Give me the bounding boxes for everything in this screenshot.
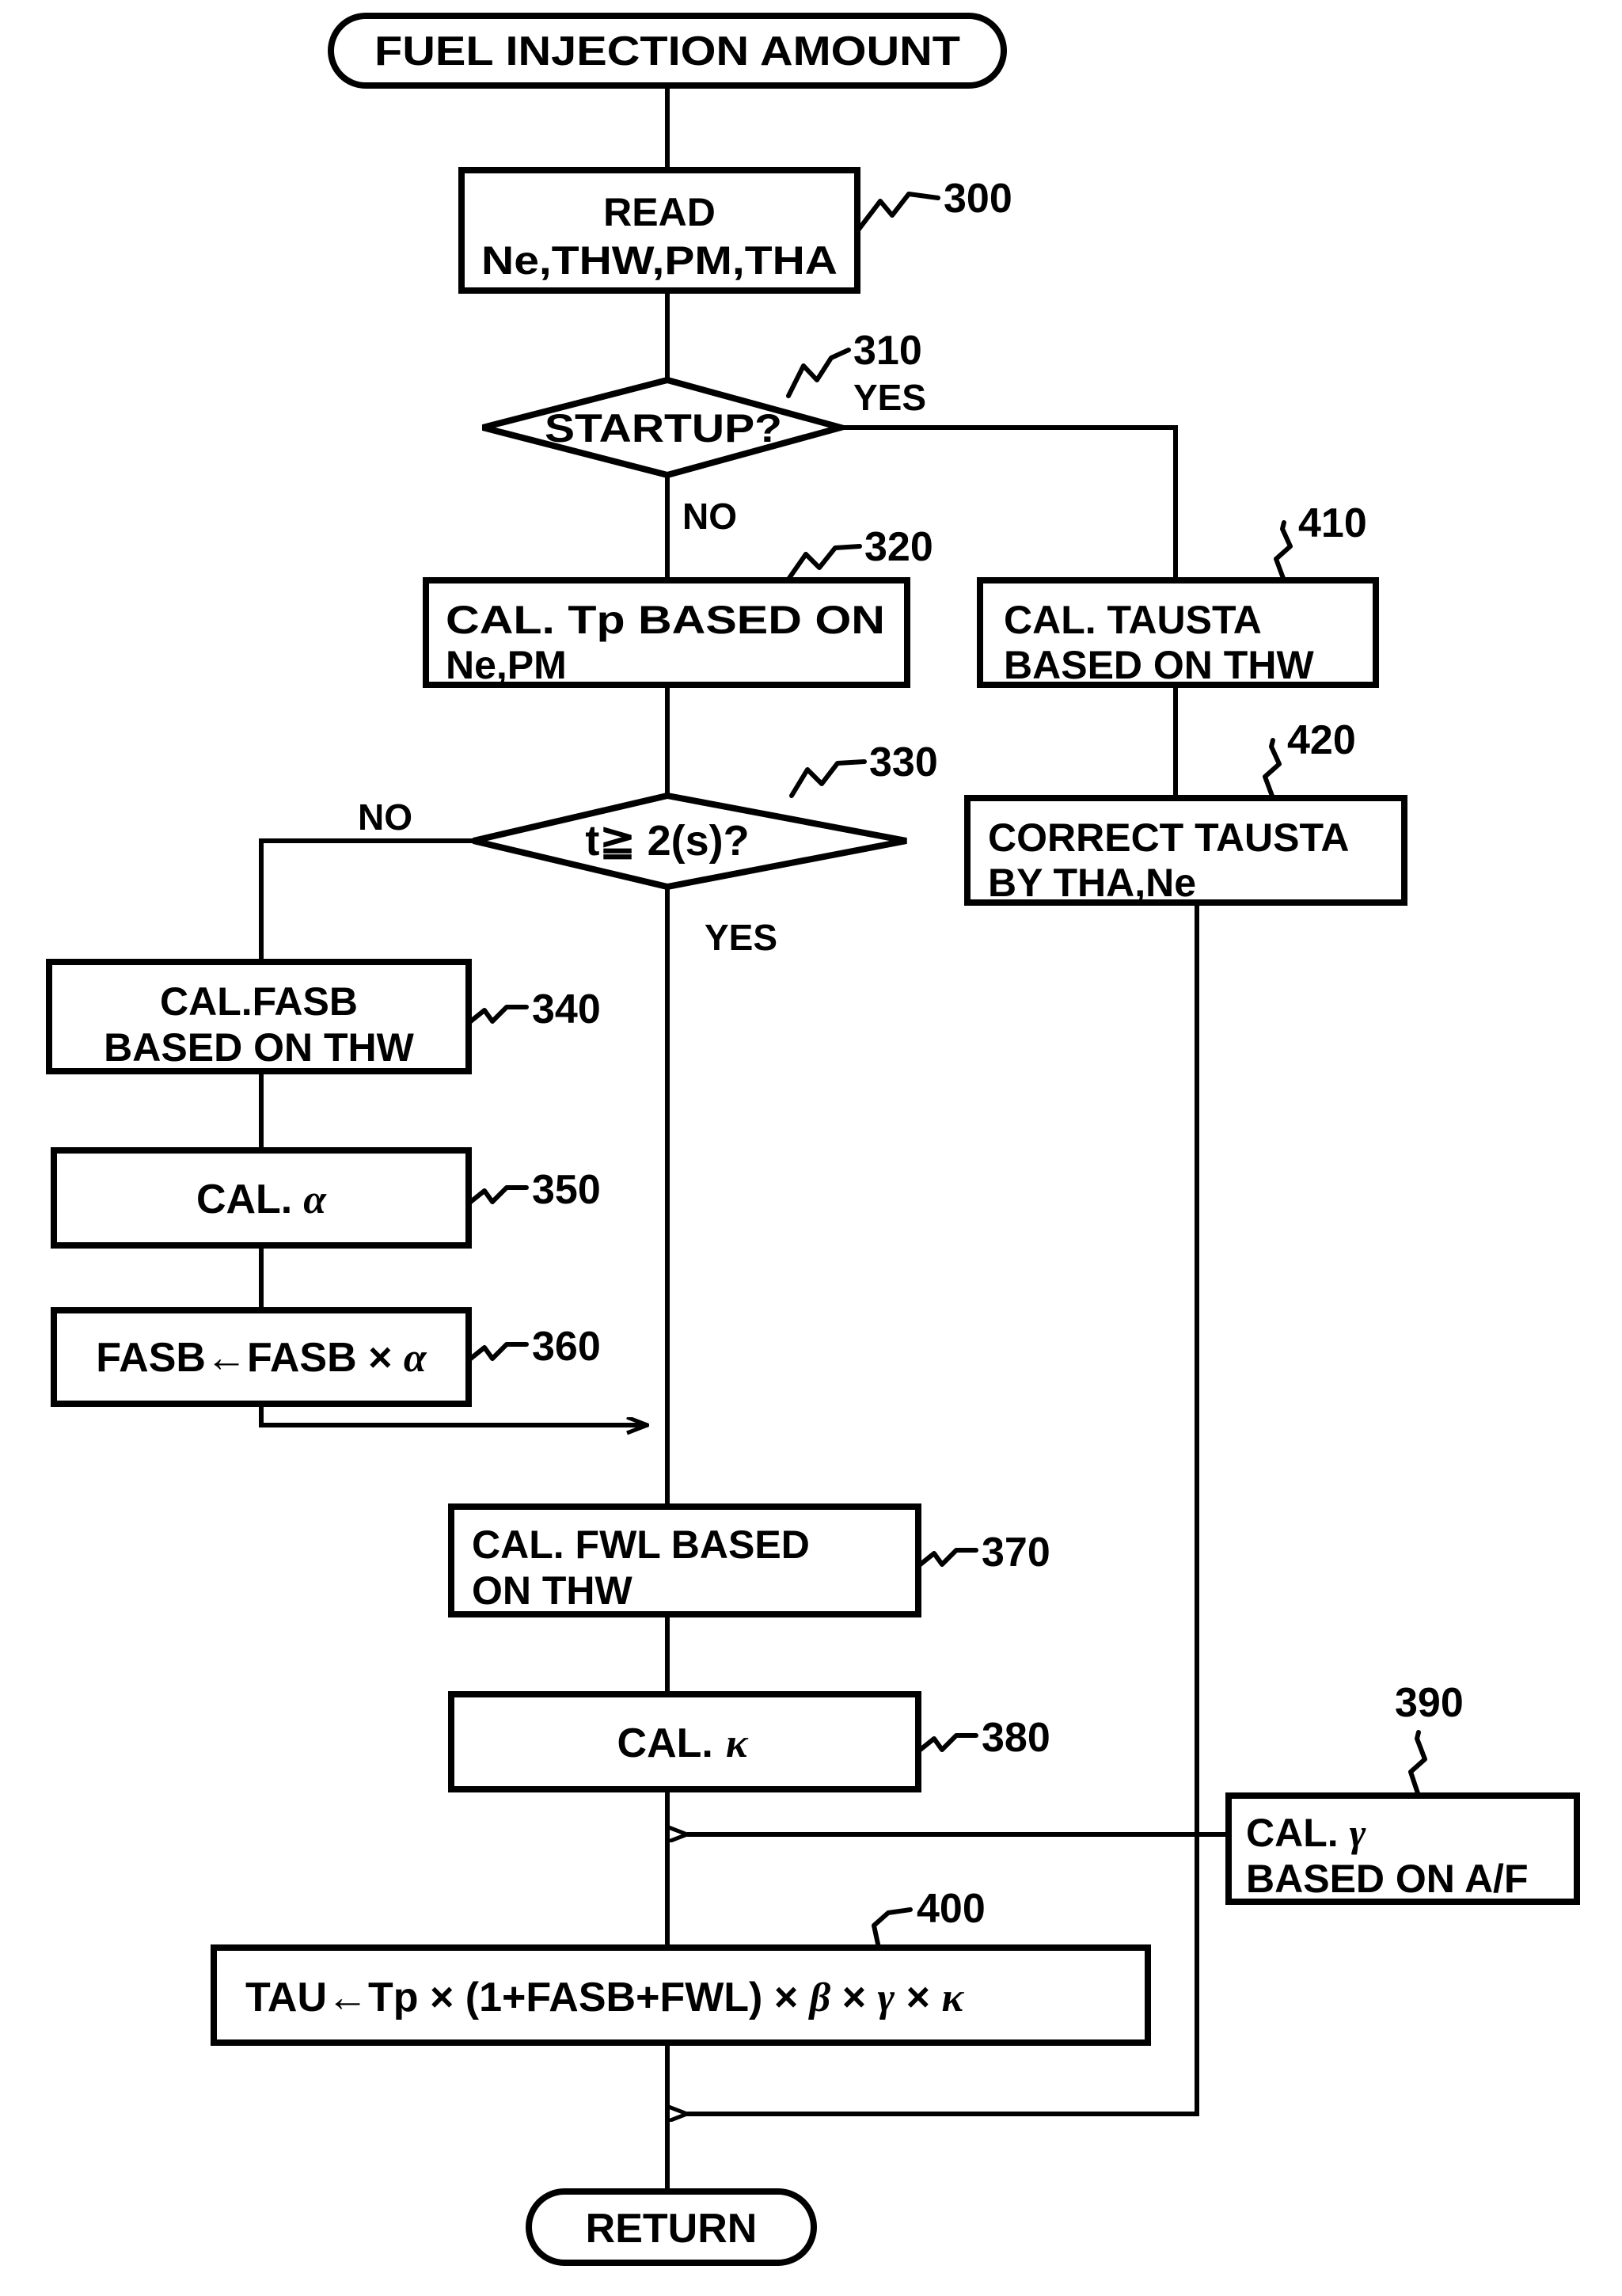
leader-340 bbox=[466, 1005, 529, 1025]
node-400-formula: TAU←Tp × (1+FASB+FWL) × β × γ × κ bbox=[245, 1975, 964, 2020]
node-300: READ Ne,THW,PM,THA bbox=[458, 167, 860, 294]
node-320-line1: CAL. Tp BASED ON bbox=[446, 598, 885, 642]
leader-310 bbox=[786, 348, 851, 398]
label-timer-no: NO bbox=[358, 796, 412, 838]
node-360-label: FASB←FASB × α bbox=[96, 1335, 427, 1381]
node-330-label: t≧ 2(s)? bbox=[585, 817, 749, 865]
node-360: FASB←FASB × α bbox=[51, 1307, 472, 1407]
flowchart-canvas: FUEL INJECTION AMOUNT READ Ne,THW,PM,THA… bbox=[0, 0, 1622, 2296]
leader-380 bbox=[916, 1733, 978, 1754]
label-timer-yes: YES bbox=[705, 917, 777, 958]
node-370-line1: CAL. FWL BASED bbox=[472, 1522, 810, 1567]
ref-310: 310 bbox=[853, 328, 922, 374]
node-340-line1: CAL.FASB bbox=[160, 979, 358, 1024]
ref-350: 350 bbox=[532, 1167, 601, 1213]
leader-300 bbox=[855, 192, 940, 234]
leader-410 bbox=[1274, 520, 1293, 583]
node-420-line2: BY THA,Ne bbox=[988, 861, 1196, 905]
leader-370 bbox=[916, 1548, 978, 1568]
node-390-line2: BASED ON A/F bbox=[1246, 1857, 1529, 1901]
node-start: FUEL INJECTION AMOUNT bbox=[328, 13, 1007, 89]
node-return: RETURN bbox=[526, 2188, 817, 2266]
node-300-line2: Ne,THW,PM,THA bbox=[481, 238, 838, 283]
ref-370: 370 bbox=[982, 1530, 1050, 1576]
node-380-label: CAL. κ bbox=[617, 1720, 749, 1766]
node-300-line1: READ bbox=[603, 190, 716, 234]
node-340-line2: BASED ON THW bbox=[104, 1025, 414, 1070]
node-350: CAL. α bbox=[51, 1147, 472, 1249]
flowchart-svg: FUEL INJECTION AMOUNT READ Ne,THW,PM,THA… bbox=[46, 13, 1580, 2266]
return-label: RETURN bbox=[586, 2206, 758, 2252]
node-320-line2: Ne,PM bbox=[446, 643, 567, 687]
node-350-label: CAL. α bbox=[196, 1177, 327, 1222]
node-380: CAL. κ bbox=[448, 1691, 921, 1792]
ref-320: 320 bbox=[864, 524, 933, 570]
node-390: CAL. γ BASED ON A/F bbox=[1225, 1792, 1580, 1905]
ref-410: 410 bbox=[1298, 500, 1367, 546]
ref-390: 390 bbox=[1395, 1680, 1464, 1726]
leader-400 bbox=[872, 1907, 913, 1950]
label-startup-yes: YES bbox=[853, 377, 926, 418]
node-420-line1: CORRECT TAUSTA bbox=[988, 815, 1349, 860]
ref-330: 330 bbox=[869, 739, 938, 785]
node-310-label: STARTUP? bbox=[545, 406, 782, 450]
node-370: CAL. FWL BASED ON THW bbox=[448, 1503, 921, 1617]
node-400: TAU←Tp × (1+FASB+FWL) × β × γ × κ bbox=[211, 1944, 1151, 2046]
node-410: CAL. TAUSTA BASED ON THW bbox=[977, 577, 1379, 688]
node-330: t≧ 2(s)? bbox=[473, 792, 907, 891]
node-420: CORRECT TAUSTA BY THA,Ne bbox=[964, 795, 1407, 906]
node-320: CAL. Tp BASED ON Ne,PM bbox=[423, 577, 910, 688]
leader-330 bbox=[789, 759, 867, 798]
label-startup-no: NO bbox=[682, 496, 737, 537]
leader-350 bbox=[466, 1185, 529, 1206]
start-label: FUEL INJECTION AMOUNT bbox=[374, 29, 960, 74]
leader-360 bbox=[466, 1342, 529, 1363]
leader-420 bbox=[1263, 738, 1282, 800]
node-410-line2: BASED ON THW bbox=[1004, 643, 1314, 687]
ref-380: 380 bbox=[982, 1715, 1050, 1761]
leader-390 bbox=[1408, 1730, 1427, 1798]
node-370-line2: ON THW bbox=[472, 1568, 633, 1613]
ref-300: 300 bbox=[944, 176, 1012, 222]
ref-340: 340 bbox=[532, 986, 601, 1032]
ref-400: 400 bbox=[917, 1886, 986, 1932]
ref-360: 360 bbox=[532, 1324, 601, 1370]
node-410-line1: CAL. TAUSTA bbox=[1004, 598, 1262, 642]
edge-330-no-to-340 bbox=[259, 838, 475, 962]
leader-320 bbox=[785, 544, 862, 583]
ref-420: 420 bbox=[1287, 717, 1356, 763]
node-340: CAL.FASB BASED ON THW bbox=[46, 959, 472, 1074]
